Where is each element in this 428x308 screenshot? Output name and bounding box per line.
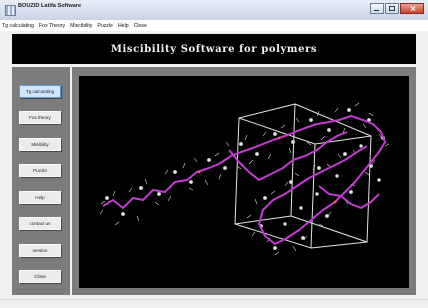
miscibility-button[interactable]: Misibility <box>19 138 61 151</box>
menu-tg-calculating[interactable]: Tg calculating <box>2 23 34 29</box>
version-button[interactable]: version <box>19 244 61 257</box>
page-title: Miscibility Software for polymers <box>110 43 318 55</box>
close-icon[interactable] <box>400 3 424 14</box>
fox-theory-button[interactable]: Fox theory <box>19 111 61 124</box>
title-bar[interactable]: BOUZID Latifa Software <box>0 0 428 20</box>
menu-miscibility[interactable]: Miscibility <box>70 23 92 29</box>
maximize-icon[interactable] <box>385 3 399 14</box>
viewer-frame <box>72 67 416 295</box>
application-window: BOUZID Latifa Software Tg calculating Fo… <box>0 0 428 308</box>
close-button[interactable]: Close <box>19 270 61 283</box>
sidebar-panel: Tg calculating Fox theory Misibility Puz… <box>12 67 70 295</box>
menu-close[interactable]: Close <box>134 23 147 29</box>
window-controls <box>369 3 424 14</box>
status-bar <box>0 299 428 308</box>
menu-help[interactable]: Help <box>118 23 129 29</box>
puzzle-button[interactable]: Puzzle <box>19 164 61 177</box>
window-title: BOUZID Latifa Software <box>18 3 82 9</box>
app-icon <box>5 5 16 16</box>
tg-calculating-button[interactable]: Tg calculating <box>19 85 61 98</box>
menu-bar: Tg calculating Fox Theory Miscibility Pu… <box>0 20 428 31</box>
polymer-molecule-3d <box>99 102 390 256</box>
header-banner: Miscibility Software for polymers <box>12 34 416 64</box>
molecule-viewer[interactable] <box>79 76 409 288</box>
menu-puzzle[interactable]: Puzzle <box>97 23 113 29</box>
help-button[interactable]: Help <box>19 191 61 204</box>
minimize-icon[interactable] <box>370 3 384 14</box>
menu-fox-theory[interactable]: Fox Theory <box>39 23 65 29</box>
contact-us-button[interactable]: contact us <box>19 217 61 230</box>
